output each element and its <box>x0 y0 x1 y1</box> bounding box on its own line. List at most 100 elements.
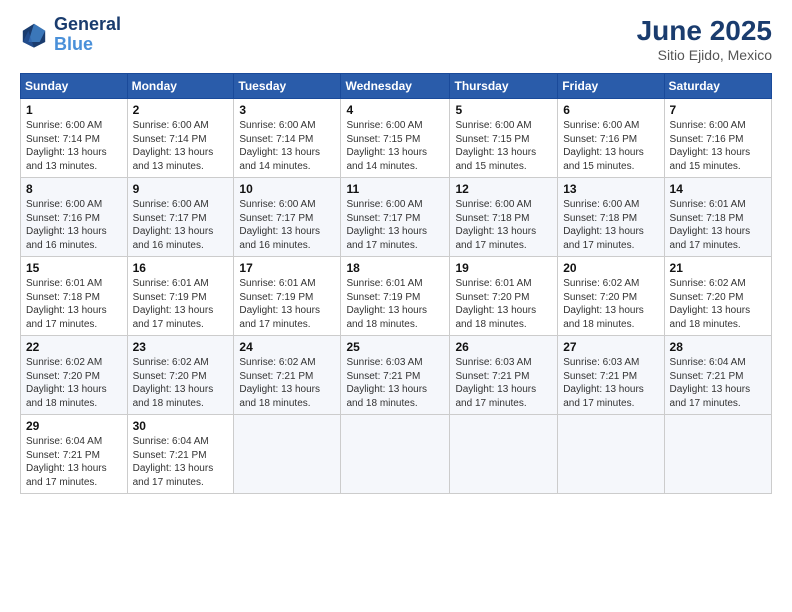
day-info: Sunrise: 6:02 AM Sunset: 7:20 PM Dayligh… <box>670 277 766 331</box>
day-number: 3 <box>239 103 335 117</box>
day-info: Sunrise: 6:00 AM Sunset: 7:15 PM Dayligh… <box>346 119 444 173</box>
sunset-label: Sunset: 7:18 PM <box>26 292 100 303</box>
day-info: Sunrise: 6:00 AM Sunset: 7:14 PM Dayligh… <box>26 119 122 173</box>
daylight-minutes: and 17 minutes. <box>133 477 204 488</box>
day-info: Sunrise: 6:02 AM Sunset: 7:20 PM Dayligh… <box>26 356 122 410</box>
daylight-label: Daylight: 13 hours <box>26 463 107 474</box>
daylight-minutes: and 18 minutes. <box>455 319 526 330</box>
sunrise-label: Sunrise: 6:01 AM <box>133 278 209 289</box>
daylight-minutes: and 14 minutes. <box>346 161 417 172</box>
daylight-label: Daylight: 13 hours <box>563 305 644 316</box>
table-cell: 30 Sunrise: 6:04 AM Sunset: 7:21 PM Dayl… <box>127 415 234 494</box>
table-cell: 12 Sunrise: 6:00 AM Sunset: 7:18 PM Dayl… <box>450 178 558 257</box>
day-number: 10 <box>239 182 335 196</box>
calendar-week-row: 29 Sunrise: 6:04 AM Sunset: 7:21 PM Dayl… <box>21 415 772 494</box>
sunset-label: Sunset: 7:19 PM <box>133 292 207 303</box>
sunset-label: Sunset: 7:21 PM <box>346 371 420 382</box>
day-number: 29 <box>26 419 122 433</box>
sunrise-label: Sunrise: 6:03 AM <box>563 357 639 368</box>
sunset-label: Sunset: 7:18 PM <box>670 213 744 224</box>
daylight-label: Daylight: 13 hours <box>455 226 536 237</box>
sunrise-label: Sunrise: 6:04 AM <box>670 357 746 368</box>
day-info: Sunrise: 6:03 AM Sunset: 7:21 PM Dayligh… <box>346 356 444 410</box>
calendar-week-row: 22 Sunrise: 6:02 AM Sunset: 7:20 PM Dayl… <box>21 336 772 415</box>
table-cell: 11 Sunrise: 6:00 AM Sunset: 7:17 PM Dayl… <box>341 178 450 257</box>
sunrise-label: Sunrise: 6:02 AM <box>239 357 315 368</box>
calendar-week-row: 15 Sunrise: 6:01 AM Sunset: 7:18 PM Dayl… <box>21 257 772 336</box>
logo-line1: General <box>54 15 121 35</box>
sunset-label: Sunset: 7:14 PM <box>133 134 207 145</box>
daylight-minutes: and 17 minutes. <box>26 477 97 488</box>
table-cell: 22 Sunrise: 6:02 AM Sunset: 7:20 PM Dayl… <box>21 336 128 415</box>
table-cell: 23 Sunrise: 6:02 AM Sunset: 7:20 PM Dayl… <box>127 336 234 415</box>
daylight-minutes: and 18 minutes. <box>346 398 417 409</box>
sunrise-label: Sunrise: 6:01 AM <box>346 278 422 289</box>
daylight-label: Daylight: 13 hours <box>239 384 320 395</box>
table-cell: 15 Sunrise: 6:01 AM Sunset: 7:18 PM Dayl… <box>21 257 128 336</box>
table-cell: 27 Sunrise: 6:03 AM Sunset: 7:21 PM Dayl… <box>558 336 664 415</box>
daylight-minutes: and 13 minutes. <box>133 161 204 172</box>
sunrise-label: Sunrise: 6:02 AM <box>133 357 209 368</box>
sunset-label: Sunset: 7:16 PM <box>670 134 744 145</box>
sunrise-label: Sunrise: 6:01 AM <box>26 278 102 289</box>
daylight-label: Daylight: 13 hours <box>670 305 751 316</box>
table-cell: 7 Sunrise: 6:00 AM Sunset: 7:16 PM Dayli… <box>664 99 771 178</box>
table-cell: 5 Sunrise: 6:00 AM Sunset: 7:15 PM Dayli… <box>450 99 558 178</box>
day-info: Sunrise: 6:03 AM Sunset: 7:21 PM Dayligh… <box>455 356 552 410</box>
col-thursday: Thursday <box>450 74 558 99</box>
sunrise-label: Sunrise: 6:00 AM <box>455 120 531 131</box>
daylight-label: Daylight: 13 hours <box>670 226 751 237</box>
sunset-label: Sunset: 7:17 PM <box>133 213 207 224</box>
day-number: 21 <box>670 261 766 275</box>
day-info: Sunrise: 6:00 AM Sunset: 7:17 PM Dayligh… <box>133 198 229 252</box>
col-wednesday: Wednesday <box>341 74 450 99</box>
table-cell: 9 Sunrise: 6:00 AM Sunset: 7:17 PM Dayli… <box>127 178 234 257</box>
sunset-label: Sunset: 7:14 PM <box>26 134 100 145</box>
sunrise-label: Sunrise: 6:00 AM <box>239 199 315 210</box>
day-info: Sunrise: 6:04 AM Sunset: 7:21 PM Dayligh… <box>26 435 122 489</box>
sunset-label: Sunset: 7:21 PM <box>133 450 207 461</box>
logo-icon <box>20 21 48 49</box>
daylight-label: Daylight: 13 hours <box>455 147 536 158</box>
sunrise-label: Sunrise: 6:00 AM <box>455 199 531 210</box>
daylight-minutes: and 17 minutes. <box>563 398 634 409</box>
table-cell: 25 Sunrise: 6:03 AM Sunset: 7:21 PM Dayl… <box>341 336 450 415</box>
day-info: Sunrise: 6:01 AM Sunset: 7:18 PM Dayligh… <box>670 198 766 252</box>
sunrise-label: Sunrise: 6:00 AM <box>239 120 315 131</box>
day-number: 27 <box>563 340 658 354</box>
day-number: 30 <box>133 419 229 433</box>
day-info: Sunrise: 6:00 AM Sunset: 7:18 PM Dayligh… <box>455 198 552 252</box>
table-cell: 1 Sunrise: 6:00 AM Sunset: 7:14 PM Dayli… <box>21 99 128 178</box>
daylight-minutes: and 17 minutes. <box>26 319 97 330</box>
daylight-minutes: and 16 minutes. <box>239 240 310 251</box>
daylight-label: Daylight: 13 hours <box>670 384 751 395</box>
daylight-minutes: and 17 minutes. <box>563 240 634 251</box>
daylight-label: Daylight: 13 hours <box>455 384 536 395</box>
daylight-label: Daylight: 13 hours <box>239 147 320 158</box>
sunrise-label: Sunrise: 6:03 AM <box>455 357 531 368</box>
sunrise-label: Sunrise: 6:03 AM <box>346 357 422 368</box>
sunset-label: Sunset: 7:17 PM <box>346 213 420 224</box>
sunrise-label: Sunrise: 6:00 AM <box>133 199 209 210</box>
table-cell: 2 Sunrise: 6:00 AM Sunset: 7:14 PM Dayli… <box>127 99 234 178</box>
sunrise-label: Sunrise: 6:00 AM <box>346 199 422 210</box>
daylight-label: Daylight: 13 hours <box>346 384 427 395</box>
table-cell: 29 Sunrise: 6:04 AM Sunset: 7:21 PM Dayl… <box>21 415 128 494</box>
daylight-minutes: and 17 minutes. <box>455 240 526 251</box>
daylight-label: Daylight: 13 hours <box>455 305 536 316</box>
daylight-minutes: and 15 minutes. <box>563 161 634 172</box>
table-cell: 4 Sunrise: 6:00 AM Sunset: 7:15 PM Dayli… <box>341 99 450 178</box>
header: General Blue June 2025 Sitio Ejido, Mexi… <box>20 15 772 63</box>
day-number: 17 <box>239 261 335 275</box>
location: Sitio Ejido, Mexico <box>637 47 772 63</box>
page: General Blue June 2025 Sitio Ejido, Mexi… <box>0 0 792 612</box>
table-cell: 16 Sunrise: 6:01 AM Sunset: 7:19 PM Dayl… <box>127 257 234 336</box>
day-info: Sunrise: 6:01 AM Sunset: 7:19 PM Dayligh… <box>239 277 335 331</box>
day-number: 20 <box>563 261 658 275</box>
daylight-minutes: and 17 minutes. <box>670 398 741 409</box>
sunset-label: Sunset: 7:20 PM <box>563 292 637 303</box>
daylight-label: Daylight: 13 hours <box>346 226 427 237</box>
daylight-label: Daylight: 13 hours <box>346 305 427 316</box>
sunset-label: Sunset: 7:21 PM <box>563 371 637 382</box>
table-cell: 26 Sunrise: 6:03 AM Sunset: 7:21 PM Dayl… <box>450 336 558 415</box>
